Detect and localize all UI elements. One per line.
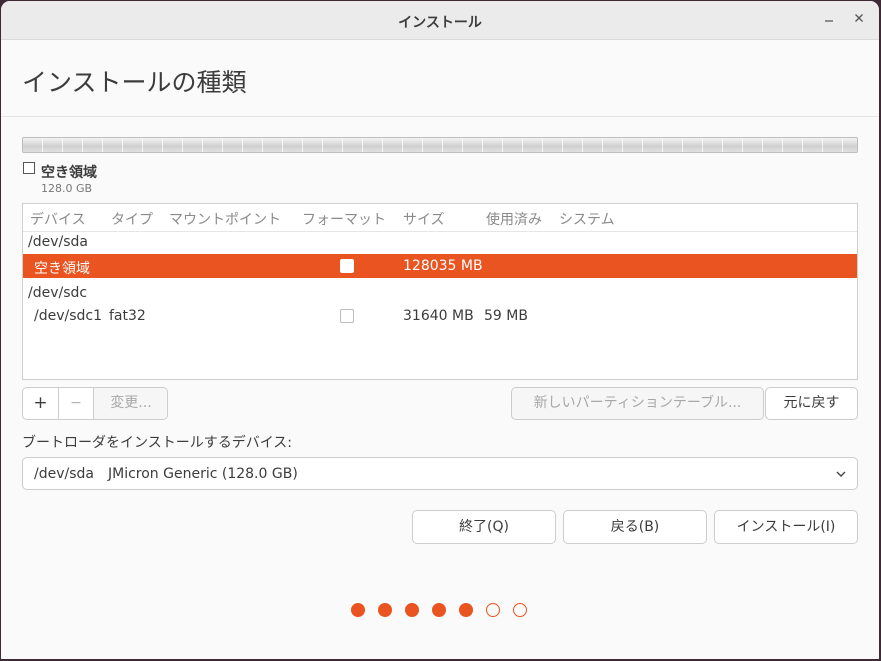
bootloader-label: ブートローダをインストールするデバイス: (22, 435, 293, 451)
device-cell: /dev/sda (28, 234, 88, 250)
new-partition-table-button[interactable]: 新しいパーティションテーブル... (511, 387, 764, 420)
install-button[interactable]: インストール(I) (714, 510, 858, 544)
title-bar: インストール (1, 1, 879, 40)
partition-legend-size: 128.0 GB (41, 182, 93, 195)
column-header-system[interactable]: システム (559, 209, 615, 229)
used-cell: 59 MB (484, 308, 528, 324)
remove-partition-button[interactable]: − (59, 388, 93, 419)
table-row-sdc1[interactable]: /dev/sdc1 fat32 31640 MB 59 MB (23, 304, 857, 328)
column-header-mount[interactable]: マウントポイント (169, 209, 281, 229)
partition-table[interactable]: デバイス タイプ マウントポイント フォーマット サイズ 使用済み システム /… (22, 203, 858, 380)
bootloader-device-model: JMicron Generic (128.0 GB) (108, 466, 298, 482)
step-progress (351, 603, 531, 619)
column-header-format[interactable]: フォーマット (302, 209, 386, 229)
partition-bar (22, 137, 858, 153)
type-cell: fat32 (109, 308, 146, 324)
format-checkbox[interactable] (340, 309, 354, 323)
table-row-disk-sda[interactable]: /dev/sda (23, 230, 857, 254)
step-dot (513, 603, 527, 617)
chevron-down-icon (836, 471, 846, 477)
device-cell: /dev/sdc (28, 285, 88, 301)
step-dot (351, 603, 365, 617)
add-partition-button[interactable]: + (23, 388, 58, 419)
back-button[interactable]: 戻る(B) (563, 510, 707, 544)
column-header-device[interactable]: デバイス (30, 209, 86, 229)
close-button[interactable] (850, 11, 868, 29)
table-row-free-space[interactable]: 空き領域 128035 MB (23, 254, 857, 278)
page-title: インストールの種類 (22, 68, 247, 97)
step-dot (459, 603, 473, 617)
close-icon (855, 14, 863, 22)
bootloader-device-name: /dev/sda (34, 466, 94, 482)
partition-legend-name: 空き領域 (41, 165, 97, 181)
device-cell: /dev/sdc1 (34, 308, 103, 324)
column-header-used[interactable]: 使用済み (486, 209, 542, 229)
table-row-disk-sdc[interactable]: /dev/sdc (23, 281, 857, 305)
window-title: インストール (398, 15, 482, 31)
installer-window: インストール インストールの種類 空き領域 128.0 GB デバイス タイプ … (1, 1, 879, 659)
step-dot (432, 603, 446, 617)
column-header-type[interactable]: タイプ (111, 209, 153, 229)
step-dot (378, 603, 392, 617)
partition-edit-buttons: + − 変更... (22, 387, 168, 420)
step-dot (486, 603, 500, 617)
header-divider (1, 116, 879, 117)
minimize-button[interactable] (820, 11, 838, 29)
bootloader-device-select[interactable]: /dev/sda JMicron Generic (128.0 GB) (22, 457, 858, 490)
minimize-icon (825, 20, 833, 22)
free-space-swatch (23, 162, 35, 174)
size-cell: 31640 MB (403, 308, 474, 324)
step-dot (405, 603, 419, 617)
revert-button[interactable]: 元に戻す (765, 387, 858, 420)
change-partition-button[interactable]: 変更... (94, 388, 167, 419)
quit-button[interactable]: 終了(Q) (412, 510, 556, 544)
device-cell: 空き領域 (34, 261, 90, 277)
column-header-size[interactable]: サイズ (403, 209, 445, 229)
format-checkbox[interactable] (340, 259, 354, 273)
size-cell: 128035 MB (403, 258, 483, 274)
